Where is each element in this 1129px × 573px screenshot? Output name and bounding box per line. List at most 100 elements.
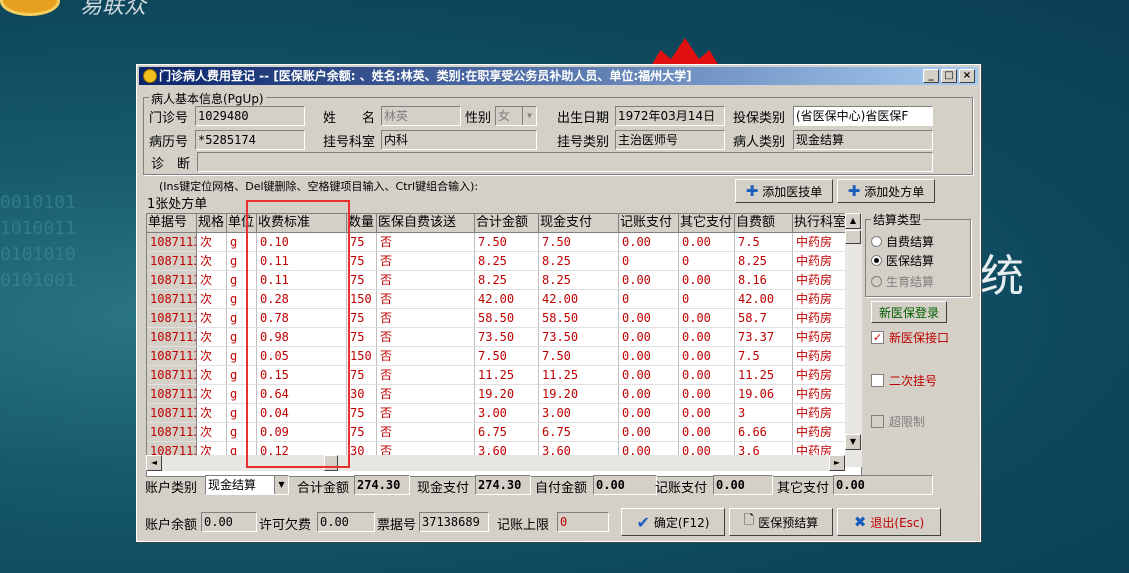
table-cell[interactable]: 19.06 <box>735 385 793 404</box>
table-cell[interactable]: 0 <box>619 290 679 309</box>
table-cell[interactable]: 8.16 <box>735 271 793 290</box>
table-cell[interactable]: 0.00 <box>619 404 679 423</box>
table-cell[interactable]: 3.00 <box>539 404 619 423</box>
table-cell[interactable]: 0.00 <box>619 233 679 252</box>
table-cell[interactable]: 中药房 <box>793 309 853 328</box>
table-cell[interactable]: 次 <box>197 423 227 442</box>
table-cell[interactable]: 7.5 <box>735 233 793 252</box>
table-cell[interactable]: 中药房 <box>793 290 853 309</box>
table-cell[interactable]: 1087113 <box>147 404 197 423</box>
insure-type-field[interactable]: (省医保中心)省医保F <box>793 106 933 126</box>
table-cell[interactable]: 否 <box>377 347 475 366</box>
table-cell[interactable]: 0.00 <box>619 423 679 442</box>
over-limit-checkbox[interactable]: 超限制 <box>871 413 925 430</box>
table-cell[interactable]: 中药房 <box>793 233 853 252</box>
table-cell[interactable]: 150 <box>347 290 377 309</box>
table-cell[interactable]: 中药房 <box>793 366 853 385</box>
table-cell[interactable]: 1087113 <box>147 423 197 442</box>
table-cell[interactable]: 42.00 <box>539 290 619 309</box>
sex-select[interactable]: 女 ▼ <box>495 106 537 126</box>
birth-field[interactable]: 1972年03月14日 <box>615 106 725 126</box>
table-cell[interactable]: 0.00 <box>619 366 679 385</box>
table-cell[interactable]: 6.75 <box>475 423 539 442</box>
table-cell[interactable]: 次 <box>197 366 227 385</box>
exit-button[interactable]: ✖ 退出(Esc) <box>837 508 941 536</box>
record-no-field[interactable]: *5285174 <box>195 130 305 150</box>
table-cell[interactable]: 0.00 <box>679 423 735 442</box>
column-header[interactable]: 现金支付 <box>539 214 619 233</box>
table-cell[interactable]: 次 <box>197 233 227 252</box>
table-cell[interactable]: 次 <box>197 347 227 366</box>
chevron-down-icon[interactable]: ▼ <box>522 107 536 125</box>
table-cell[interactable]: 11.25 <box>475 366 539 385</box>
column-header[interactable]: 自费额 <box>735 214 793 233</box>
table-cell[interactable]: 7.50 <box>539 347 619 366</box>
table-cell[interactable]: 否 <box>377 404 475 423</box>
table-cell[interactable]: 75 <box>347 423 377 442</box>
table-cell[interactable]: 否 <box>377 328 475 347</box>
table-cell[interactable]: 0.00 <box>679 328 735 347</box>
scroll-right-icon[interactable]: ► <box>829 455 845 471</box>
table-cell[interactable]: 0.00 <box>619 271 679 290</box>
table-cell[interactable]: 次 <box>197 252 227 271</box>
table-cell[interactable]: 0.00 <box>619 309 679 328</box>
chevron-down-icon[interactable]: ▼ <box>274 476 288 494</box>
dept-field[interactable]: 内科 <box>381 130 537 150</box>
table-cell[interactable]: 8.25 <box>475 252 539 271</box>
column-header[interactable]: 执行科室 <box>793 214 853 233</box>
table-cell[interactable]: 75 <box>347 271 377 290</box>
table-cell[interactable]: 19.20 <box>475 385 539 404</box>
scroll-thumb[interactable] <box>845 230 861 244</box>
table-cell[interactable]: 73.50 <box>539 328 619 347</box>
table-cell[interactable]: 7.50 <box>475 233 539 252</box>
table-cell[interactable]: 否 <box>377 233 475 252</box>
table-cell[interactable]: 3 <box>735 404 793 423</box>
table-cell[interactable]: 58.7 <box>735 309 793 328</box>
table-cell[interactable]: 中药房 <box>793 252 853 271</box>
table-cell[interactable]: 75 <box>347 404 377 423</box>
column-header[interactable]: 合计金额 <box>475 214 539 233</box>
column-header[interactable]: 医保自费该送 <box>377 214 475 233</box>
table-cell[interactable]: 中药房 <box>793 328 853 347</box>
table-cell[interactable]: 次 <box>197 404 227 423</box>
confirm-button[interactable]: ✔ 确定(F12) <box>621 508 725 536</box>
close-button[interactable]: × <box>959 69 975 83</box>
table-cell[interactable]: 0.00 <box>679 347 735 366</box>
table-cell[interactable]: 6.66 <box>735 423 793 442</box>
table-cell[interactable]: 否 <box>377 252 475 271</box>
table-cell[interactable]: 42.00 <box>475 290 539 309</box>
new-login-button[interactable]: 新医保登录 <box>871 301 947 323</box>
insured-settle-radio[interactable]: 医保结算 <box>871 252 934 269</box>
table-cell[interactable]: 1087113 <box>147 366 197 385</box>
table-cell[interactable]: 7.50 <box>539 233 619 252</box>
table-cell[interactable]: 0 <box>619 252 679 271</box>
table-cell[interactable]: 73.50 <box>475 328 539 347</box>
column-header[interactable]: 规格 <box>197 214 227 233</box>
table-cell[interactable]: 否 <box>377 290 475 309</box>
preview-settle-button[interactable]: 🗋 医保预结算 <box>729 508 833 536</box>
maximize-button[interactable]: □ <box>941 69 957 83</box>
table-cell[interactable]: 58.50 <box>475 309 539 328</box>
table-cell[interactable]: 73.37 <box>735 328 793 347</box>
table-cell[interactable]: 中药房 <box>793 404 853 423</box>
receipt-field[interactable]: 37138689 <box>419 512 489 532</box>
table-cell[interactable]: 0.00 <box>679 271 735 290</box>
add-tech-button[interactable]: ✚ 添加医技单 <box>735 179 833 203</box>
table-cell[interactable]: 中药房 <box>793 347 853 366</box>
table-cell[interactable]: 75 <box>347 309 377 328</box>
birth-settle-radio[interactable]: 生育结算 <box>871 273 934 290</box>
table-cell[interactable]: 0 <box>679 290 735 309</box>
table-cell[interactable]: 0.00 <box>619 385 679 404</box>
table-cell[interactable]: 否 <box>377 366 475 385</box>
table-cell[interactable]: 0.00 <box>679 404 735 423</box>
table-cell[interactable]: 1087113 <box>147 290 197 309</box>
table-cell[interactable]: 次 <box>197 290 227 309</box>
table-cell[interactable]: 1087113 <box>147 328 197 347</box>
table-cell[interactable]: 0.00 <box>679 385 735 404</box>
scroll-up-icon[interactable]: ▲ <box>845 213 861 229</box>
table-cell[interactable]: 1087113 <box>147 233 197 252</box>
table-cell[interactable]: 75 <box>347 328 377 347</box>
limit-field[interactable]: 0 <box>557 512 609 532</box>
account-type-select[interactable]: 现金结算 ▼ <box>205 475 289 495</box>
table-cell[interactable]: 8.25 <box>539 252 619 271</box>
